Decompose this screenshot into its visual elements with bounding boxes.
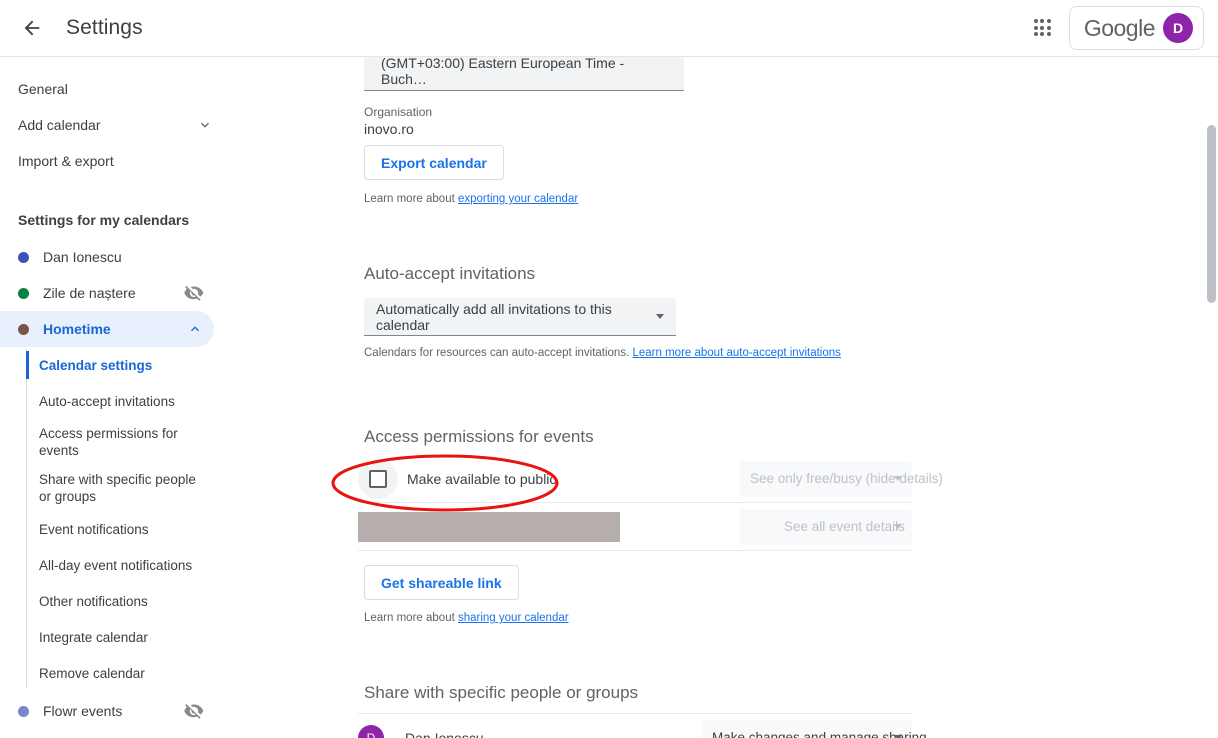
sidebar-item-access-permissions[interactable]: Access permissions for events (0, 419, 200, 465)
sidebar-item-label: General (18, 81, 68, 97)
sidebar-item-label: Integrate calendar (39, 629, 148, 645)
sidebar-item-dan-ionescu[interactable]: Dan Ionescu (0, 239, 214, 275)
timezone-select[interactable]: (GMT+03:00) Eastern European Time - Buch… (364, 57, 684, 91)
table-row[interactable]: D Dan Ionescu Make changes and manage sh… (358, 714, 927, 738)
arrow-left-icon (24, 20, 40, 36)
eye-off-icon[interactable] (184, 701, 204, 721)
sidebar-item-hometime[interactable]: Hometime (0, 311, 214, 347)
get-shareable-link-button[interactable]: Get shareable link (364, 565, 519, 600)
avatar: D (358, 724, 384, 738)
auto-accept-section-title: Auto-accept invitations (364, 264, 536, 283)
calendar-color-dot (18, 251, 29, 263)
sidebar-item-event-notifications[interactable]: Event notifications (0, 511, 232, 547)
access-permissions-section-title: Access permissions for events (364, 427, 594, 446)
auto-accept-value: Automatically add all invitations to thi… (376, 300, 612, 333)
sidebar-item-label: Share with specific people or groups (39, 472, 196, 504)
sidebar-item-label: Add calendar (18, 117, 101, 133)
chevron-down-icon (894, 524, 902, 529)
apps-grid-icon[interactable] (1023, 8, 1063, 48)
sharing-your-calendar-link[interactable]: sharing your calendar (458, 612, 569, 624)
sharing-learn-text: Learn more about (364, 612, 458, 624)
eye-off-icon[interactable] (184, 283, 204, 303)
auto-accept-note: Calendars for resources can auto-accept … (364, 347, 633, 359)
chevron-down-icon (656, 314, 664, 319)
sidebar-item-label: Auto-accept invitations (39, 393, 175, 409)
sidebar-item-general[interactable]: General (0, 71, 232, 107)
chevron-down-icon (894, 476, 902, 481)
sidebar-item-calendar-settings[interactable]: Calendar settings (0, 347, 232, 383)
sidebar-item-all-day-event-notifications[interactable]: All-day event notifications (0, 547, 232, 583)
account-chip[interactable]: Google D (1068, 6, 1204, 50)
auto-accept-select[interactable]: Automatically add all invitations to thi… (364, 298, 676, 336)
export-learn-text: Learn more about (364, 193, 458, 205)
vertical-scrollbar-track[interactable] (1205, 57, 1218, 738)
sidebar-item-label: Event notifications (39, 521, 149, 537)
calendar-color-dot (18, 705, 29, 717)
sidebar-item-label: Calendar settings (39, 357, 153, 373)
public-permission-row: Make available to public See only free/b… (358, 455, 943, 503)
hometime-subnav: Calendar settings Auto-accept invitation… (0, 347, 232, 691)
secondary-permission-row: See all event details (358, 503, 912, 551)
sidebar-item-add-calendar[interactable]: Add calendar (0, 107, 232, 143)
sidebar-item-label: Import & export (18, 153, 114, 169)
sidebar-item-label: Hometime (43, 321, 111, 337)
export-calendar-button[interactable]: Export calendar (364, 145, 504, 180)
sidebar-item-integrate-calendar[interactable]: Integrate calendar (0, 619, 232, 655)
vertical-scrollbar-thumb[interactable] (1207, 125, 1216, 303)
sidebar-item-zile-de-nastere[interactable]: Zile de naștere (0, 275, 214, 311)
chevron-down-icon (196, 116, 214, 134)
person-permission-select[interactable]: Make changes and manage sharing (702, 719, 927, 738)
sidebar-item-remove-calendar[interactable]: Remove calendar (0, 655, 232, 691)
sidebar-item-label: Dan Ionescu (43, 249, 122, 265)
chevron-up-icon (186, 320, 204, 338)
sidebar-section-title: Settings for my calendars (18, 212, 190, 228)
sidebar-item-label: Zile de naștere (43, 285, 136, 301)
back-button[interactable] (12, 8, 52, 48)
exporting-your-calendar-link[interactable]: exporting your calendar (458, 193, 578, 205)
redacted-field (358, 511, 620, 542)
sidebar-item-label: All-day event notifications (39, 557, 193, 573)
checkbox-box-icon (369, 469, 387, 488)
sidebar-item-label: Access permissions for events (39, 426, 178, 458)
person-name: Dan Ionescu (405, 729, 484, 738)
avatar: D (1163, 13, 1193, 43)
organisation-value: inovo.ro (364, 121, 414, 137)
sidebar-item-auto-accept-invitations[interactable]: Auto-accept invitations (0, 383, 232, 419)
public-checkbox-label: Make available to public (407, 470, 557, 487)
sidebar-item-label: Other notifications (39, 593, 148, 609)
header-actions: Google D (1023, 6, 1218, 50)
sidebar-item-share-with-people[interactable]: Share with specific people or groups (0, 465, 218, 511)
organisation-label: Organisation (364, 105, 433, 119)
public-permission-value: See only free/busy (hide details) (750, 471, 943, 486)
sidebar-item-label: Flowr events (43, 703, 123, 719)
settings-sidebar: General Add calendar Import & export Set… (0, 57, 232, 738)
share-section-title: Share with specific people or groups (364, 683, 639, 702)
make-available-to-public-checkbox[interactable] (358, 458, 398, 499)
public-permission-select: See only free/busy (hide details) (740, 460, 943, 497)
timezone-value: (GMT+03:00) Eastern European Time - Buch… (381, 57, 625, 87)
sidebar-item-other-notifications[interactable]: Other notifications (0, 583, 232, 619)
app-header: Settings Google D (0, 0, 1218, 57)
calendar-color-dot (18, 323, 29, 335)
google-logo: Google (1083, 14, 1156, 41)
secondary-permission-value: See all event details (784, 519, 905, 534)
sidebar-item-flowr-events[interactable]: Flowr events (0, 693, 214, 729)
calendar-color-dot (18, 287, 29, 299)
page-title: Settings (66, 16, 143, 39)
secondary-permission-select: See all event details (740, 508, 912, 545)
settings-content: (GMT+03:00) Eastern European Time - Buch… (232, 57, 1218, 738)
auto-accept-learn-link[interactable]: Learn more about auto-accept invitations (632, 347, 840, 359)
sidebar-item-label: Remove calendar (39, 665, 145, 681)
sidebar-item-import-export[interactable]: Import & export (0, 143, 232, 179)
